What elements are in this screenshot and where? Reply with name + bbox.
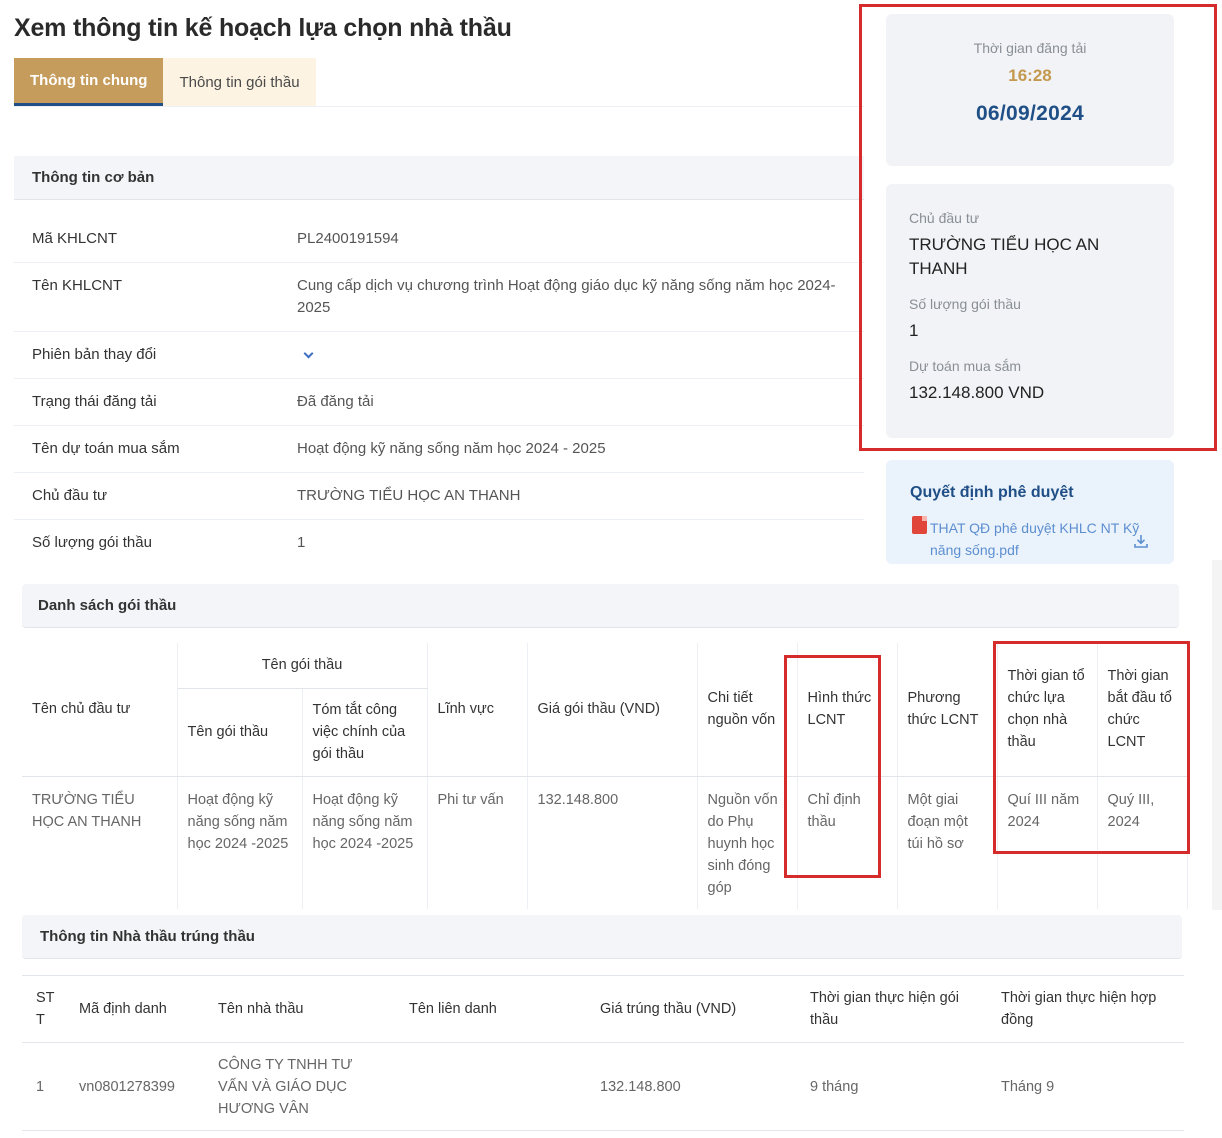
col-selection-form: Hình thức LCNT: [797, 643, 898, 777]
info-label: Tên dự toán mua sắm: [32, 440, 180, 457]
package-count-value: 1: [297, 534, 306, 551]
investor-summary-value: TRƯỜNG TIỂU HỌC AN THANH: [909, 235, 1100, 278]
summary-card: Chủ đầu tư TRƯỜNG TIỂU HỌC AN THANH Số l…: [886, 184, 1174, 438]
col-package-name: Tên gói thầu: [177, 688, 303, 777]
info-label: Trạng thái đăng tải: [32, 393, 157, 410]
winners-heading: Thông tin Nhà thầu trúng thầu: [22, 915, 1182, 959]
col-work-summary: Tóm tắt công việc chính của gói thầu: [302, 688, 428, 777]
info-label: Tên KHLCNT: [32, 277, 123, 294]
tabs-divider: [14, 106, 864, 107]
investor-value: TRƯỜNG TIỂU HỌC AN THANH: [297, 487, 521, 504]
col-start-time: Thời gian bắt đầu tổ chức LCNT: [1097, 643, 1188, 777]
info-label: Số lượng gói thầu: [32, 534, 152, 551]
col-funding: Chi tiết nguồn vốn: [697, 643, 798, 777]
cell-identifier: vn0801278399: [65, 1042, 204, 1131]
cell-winning-price: 132.148.800: [586, 1042, 796, 1131]
col-selection-method: Phương thức LCNT: [897, 643, 998, 777]
approval-decision-title: Quyết định phê duyệt: [910, 484, 1074, 501]
package-count-label: Số lượng gói thầu: [909, 296, 1021, 312]
info-row-investor: Chủ đầu tư TRƯỜNG TIỂU HỌC AN THANH: [14, 473, 864, 520]
package-table: Tên chủ đầu tư Tên gói thầu Lĩnh vực Giá…: [22, 643, 1188, 909]
col-contract-duration: Thời gian thực hiện hợp đồng: [987, 975, 1184, 1043]
posted-date: 06/09/2024: [975, 102, 1085, 125]
col-price: Giá gói thầu (VND): [527, 643, 698, 777]
info-row-version: Phiên bản thay đổi: [14, 332, 864, 379]
table-row: TRƯỜNG TIỂU HỌC AN THANH Hoạt động kỹ nă…: [22, 776, 1188, 909]
cell-field: Phi tư vấn: [427, 776, 528, 909]
cell-funding: Nguồn vốn do Phụ huynh học sinh đóng góp: [697, 776, 798, 909]
cell-selection-form: Chỉ định thầu: [797, 776, 898, 909]
cell-contractor-name: CÔNG TY TNHH TƯ VẤN VÀ GIÁO DỤC HƯƠNG VÂ…: [204, 1042, 395, 1131]
table-row: 1 vn0801278399 CÔNG TY TNHH TƯ VẤN VÀ GI…: [22, 1042, 1184, 1131]
cell-work-summary: Hoạt động kỹ năng sống năm học 2024 -202…: [302, 776, 428, 909]
tab-general-info[interactable]: Thông tin chung: [14, 58, 164, 106]
info-row-plan-name: Tên KHLCNT Cung cấp dịch vụ chương trình…: [14, 263, 864, 332]
info-label: Chủ đầu tư: [32, 487, 108, 504]
cell-selection-method: Một giai đoạn một túi hồ sơ: [897, 776, 998, 909]
info-label: Mã KHLCNT: [32, 230, 118, 247]
col-stt: STT: [22, 975, 65, 1043]
scrollbar[interactable]: [1212, 560, 1222, 910]
tab-bar: Thông tin chung Thông tin gói thầu: [14, 58, 316, 106]
posted-time-label: Thời gian đăng tải: [973, 40, 1087, 56]
tab-package-info[interactable]: Thông tin gói thầu: [163, 58, 316, 106]
info-row-package-count: Số lượng gói thầu 1: [14, 520, 864, 567]
approval-decision-card: Quyết định phê duyệt THAT QĐ phê duyệt K…: [886, 460, 1174, 564]
posted-time-hour: 16:28: [1008, 66, 1052, 85]
cell-start-time: Quý III, 2024: [1097, 776, 1188, 909]
info-row-estimate-name: Tên dự toán mua sắm Hoạt động kỹ năng số…: [14, 426, 864, 473]
cell-contract-duration: Tháng 9: [987, 1042, 1184, 1131]
col-investor: Tên chủ đầu tư: [22, 643, 178, 777]
budget-label: Dự toán mua sắm: [909, 358, 1022, 374]
info-row-status: Trạng thái đăng tải Đã đăng tải: [14, 379, 864, 426]
col-identifier: Mã định danh: [65, 975, 204, 1043]
page-title: Xem thông tin kế hoạch lựa chọn nhà thầu: [14, 14, 512, 42]
cell-investor: TRƯỜNG TIỂU HỌC AN THANH: [22, 776, 178, 909]
col-package-group: Tên gói thầu: [177, 643, 428, 689]
col-joint-venture: Tên liên danh: [395, 975, 586, 1043]
package-count-summary-value: 1: [909, 321, 919, 340]
col-package-duration: Thời gian thực hiện gói thầu: [796, 975, 987, 1043]
plan-code-value: PL2400191594: [297, 230, 399, 247]
cell-price: 132.148.800: [527, 776, 698, 909]
chevron-down-icon[interactable]: [303, 348, 314, 359]
status-value: Đã đăng tải: [297, 393, 374, 410]
budget-value: 132.148.800 VND: [909, 383, 1045, 402]
package-list-heading: Danh sách gói thầu: [22, 584, 1179, 628]
col-field: Lĩnh vực: [427, 643, 528, 777]
version-dropdown[interactable]: [297, 342, 842, 364]
pdf-icon: [912, 516, 927, 534]
cell-organization-time: Quí III năm 2024: [997, 776, 1098, 909]
cell-joint-venture: [395, 1042, 586, 1131]
info-label: Phiên bản thay đổi: [32, 346, 157, 363]
cell-stt: 1: [22, 1042, 65, 1131]
winners-table: STT Mã định danh Tên nhà thầu Tên liên d…: [22, 975, 1184, 1131]
col-contractor-name: Tên nhà thầu: [204, 975, 395, 1043]
info-row-plan-code: Mã KHLCNT PL2400191594: [14, 200, 864, 263]
cell-package-name: Hoạt động kỹ năng sống năm học 2024 -202…: [177, 776, 303, 909]
estimate-name-value: Hoạt động kỹ năng sống năm học 2024 - 20…: [297, 440, 606, 457]
basic-info-heading: Thông tin cơ bản: [14, 156, 864, 200]
posted-time-card: Thời gian đăng tải 16:28 06/09/2024: [886, 14, 1174, 166]
approval-file-link[interactable]: THAT QĐ phê duyệt KHLC NT Kỹ năng sống.p…: [930, 517, 1140, 561]
col-organization-time: Thời gian tổ chức lựa chọn nhà thầu: [997, 643, 1098, 777]
plan-name-value: Cung cấp dịch vụ chương trình Hoạt động …: [297, 277, 836, 316]
investor-label: Chủ đầu tư: [909, 210, 980, 226]
col-winning-price: Giá trúng thầu (VND): [586, 975, 796, 1043]
download-icon[interactable]: [1133, 533, 1149, 549]
cell-package-duration: 9 tháng: [796, 1042, 987, 1131]
